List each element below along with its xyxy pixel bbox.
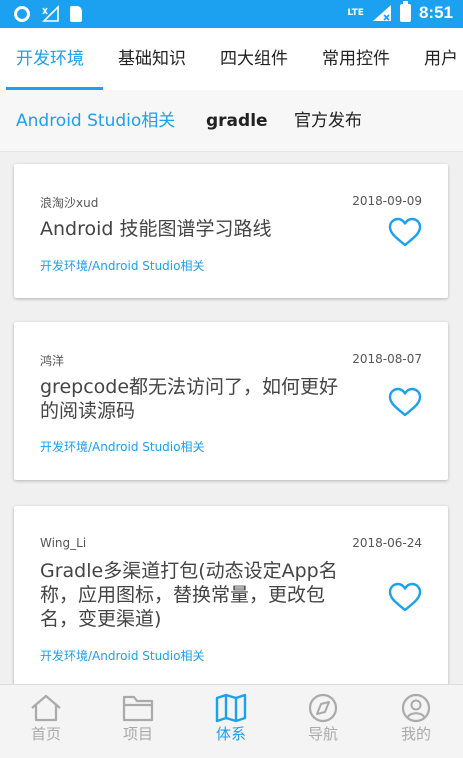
battery-icon [399, 1, 411, 22]
article-chapter[interactable]: 开发环境/Android Studio相关 [40, 647, 204, 664]
heart-icon[interactable] [388, 582, 422, 613]
person-icon [401, 693, 431, 723]
sim-card-icon [70, 6, 82, 22]
article-chapter[interactable]: 开发环境/Android Studio相关 [40, 438, 204, 455]
signal-off-icon [42, 5, 59, 22]
secondary-tab-bar: Android Studio相关 gradle 官方发布 [0, 90, 463, 152]
article-title: grepcode都无法访问了，如何更好的阅读源码 [40, 376, 339, 422]
nav-navigation-label: 导航 [307, 725, 338, 743]
article-author: 浪淘沙xud [40, 196, 99, 210]
nav-home[interactable]: 首页 [16, 693, 76, 744]
article-date: 2018-06-24 [352, 536, 422, 550]
article-chapter[interactable]: 开发环境/Android Studio相关 [40, 257, 204, 274]
tab-dev-env[interactable]: 开发环境 [16, 28, 84, 90]
bottom-navigation: 首页 项目 体系 导航 我的 [0, 684, 463, 758]
nav-home-label: 首页 [30, 725, 61, 743]
tab-official-release[interactable]: 官方发布 [294, 90, 362, 152]
home-icon [31, 694, 61, 722]
compass-icon [308, 693, 338, 723]
nav-mine-label: 我的 [400, 725, 431, 743]
article-date: 2018-09-09 [352, 194, 422, 208]
status-bar: LTE 8:51 [0, 0, 463, 28]
tab-gradle[interactable]: gradle [206, 90, 268, 152]
tab-common-widgets[interactable]: 常用控件 [322, 28, 390, 90]
notification-circle-icon [14, 6, 30, 22]
article-card[interactable]: 浪淘沙xud 2018-09-09 Android 技能图谱学习路线 开发环境/… [14, 164, 448, 298]
status-bar-right: LTE 8:51 [347, 1, 453, 23]
article-title: Gradle多渠道打包(动态设定App名称，应用图标，替换常量，更改包名，变更渠… [40, 560, 338, 630]
nav-projects-label: 项目 [122, 725, 153, 743]
tab-four-components[interactable]: 四大组件 [220, 28, 288, 90]
article-card[interactable]: 鸿洋 2018-08-07 grepcode都无法访问了，如何更好的阅读源码 开… [14, 322, 448, 480]
article-date: 2018-08-07 [352, 352, 422, 366]
status-bar-left [14, 5, 82, 23]
article-card[interactable]: Wing_Li 2018-06-24 Gradle多渠道打包(动态设定App名称… [14, 506, 448, 688]
nav-mine[interactable]: 我的 [386, 693, 446, 744]
primary-tab-bar: 开发环境 基础知识 四大组件 常用控件 用户 [0, 28, 463, 90]
nav-system[interactable]: 体系 [201, 693, 261, 744]
heart-icon[interactable] [388, 387, 422, 418]
tab-basics[interactable]: 基础知识 [118, 28, 186, 90]
heart-icon[interactable] [388, 217, 422, 248]
tab-user[interactable]: 用户 [424, 28, 458, 90]
nav-system-label: 体系 [215, 725, 246, 743]
map-icon [215, 693, 247, 723]
nav-projects[interactable]: 项目 [108, 693, 168, 744]
article-title: Android 技能图谱学习路线 [40, 218, 272, 240]
folder-icon [122, 695, 154, 722]
clock: 8:51 [418, 3, 453, 22]
nav-navigation[interactable]: 导航 [293, 693, 353, 744]
tab-android-studio[interactable]: Android Studio相关 [16, 90, 175, 152]
cell-signal-icon [372, 5, 391, 21]
network-type: LTE [347, 8, 364, 18]
article-author: 鸿洋 [40, 354, 65, 368]
article-author: Wing_Li [40, 536, 87, 550]
